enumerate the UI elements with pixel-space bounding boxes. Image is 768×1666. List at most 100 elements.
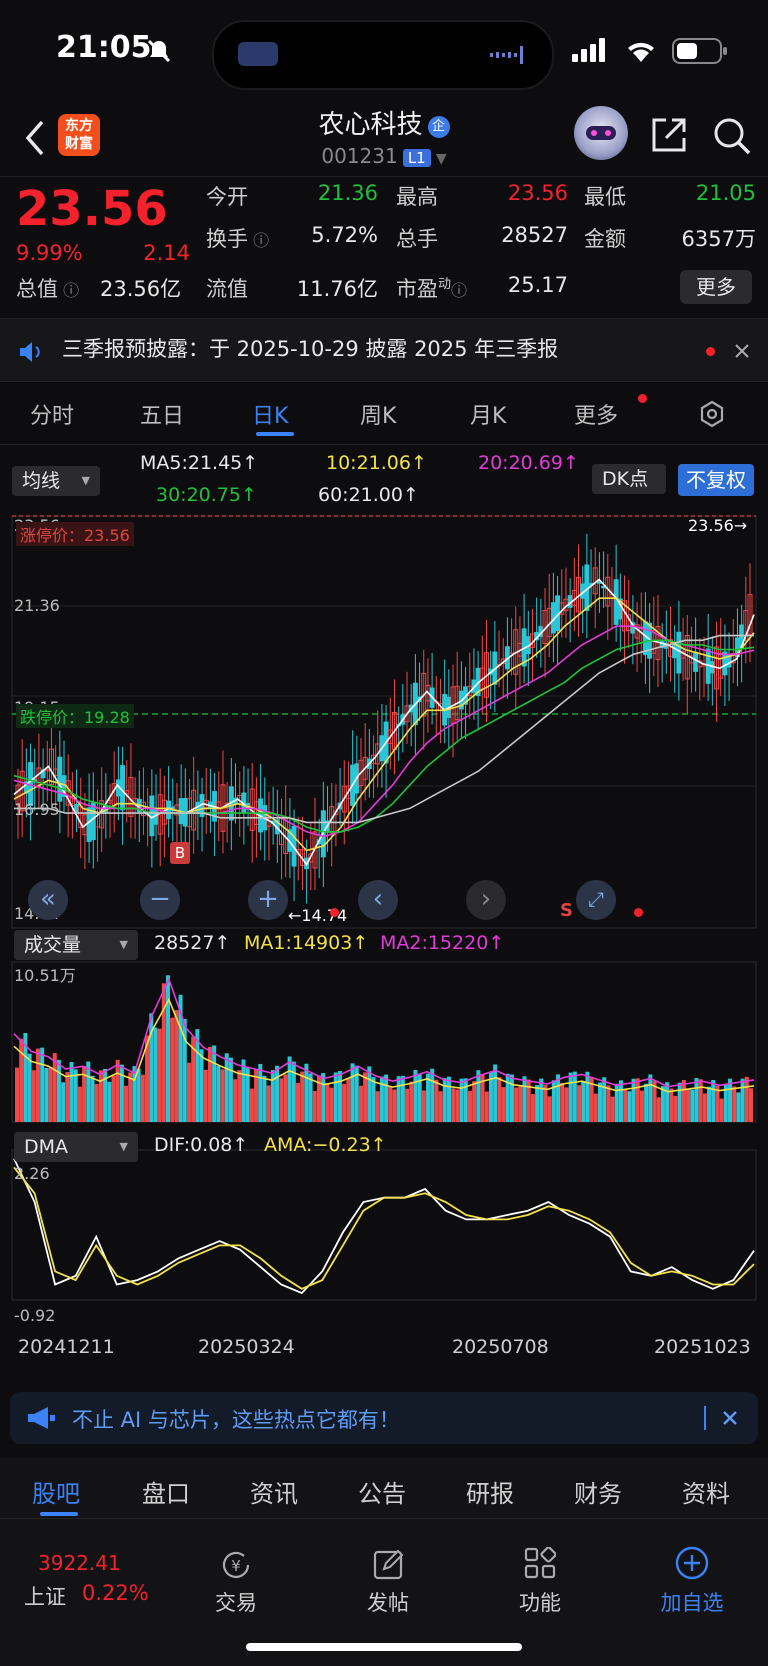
edit-square-icon xyxy=(373,1549,404,1580)
volume-bar xyxy=(279,1078,284,1122)
search-icon[interactable] xyxy=(712,116,752,156)
volume-bar xyxy=(430,1068,435,1122)
adjust-button[interactable]: 不复权 xyxy=(678,464,754,496)
scroll-left-button[interactable]: ‹ xyxy=(358,880,398,920)
volume-bar xyxy=(367,1066,372,1122)
volume-bar xyxy=(35,1048,40,1122)
subtab-finance[interactable]: 财务 xyxy=(574,1474,622,1509)
volume-bar xyxy=(501,1087,506,1122)
tab-add-watchlist[interactable]: 加自选 xyxy=(632,1531,752,1631)
scroll-right-button[interactable]: › xyxy=(466,880,506,920)
zoom-in-button[interactable]: + xyxy=(248,880,288,920)
subtab-news[interactable]: 资讯 xyxy=(250,1474,298,1509)
close-icon[interactable] xyxy=(722,1410,738,1426)
gear-icon[interactable] xyxy=(698,400,726,428)
volume-bar xyxy=(463,1078,468,1122)
volume-bar xyxy=(287,1056,292,1122)
tab-trade[interactable]: ¥ 交易 xyxy=(176,1531,296,1631)
grid-apps-icon xyxy=(524,1547,556,1579)
ma10-value: 10:21.06↑ xyxy=(326,452,427,474)
volume-bar xyxy=(98,1070,103,1122)
index-value: 3922.41 xyxy=(38,1551,121,1575)
notice-bar[interactable]: 三季报预披露：于 2025-10-29 披露 2025 年三季报 xyxy=(0,318,768,382)
volume-bar xyxy=(543,1085,548,1122)
volume-bar xyxy=(233,1079,238,1122)
add-circle-icon xyxy=(675,1546,709,1580)
code-dropdown-icon: ▼ xyxy=(435,151,447,167)
hot-topic-banner[interactable]: 不止 AI 与芯片，这些热点它都有！ xyxy=(10,1392,758,1444)
tab-more[interactable]: 更多 xyxy=(574,398,618,430)
index-widget[interactable]: 3922.41 上证 0.22% xyxy=(20,1529,160,1619)
volume-bar xyxy=(375,1091,380,1122)
subtab-profile[interactable]: 资料 xyxy=(682,1474,730,1509)
indicator-selector-dma[interactable]: DMA ▼ xyxy=(14,1132,138,1162)
zoom-out-button[interactable]: − xyxy=(140,880,180,920)
volume-bar xyxy=(212,1045,217,1122)
tab-post[interactable]: 发帖 xyxy=(328,1531,448,1631)
volume-bar xyxy=(711,1080,716,1122)
volume-bar xyxy=(52,1053,57,1122)
volume-bar xyxy=(749,1088,753,1122)
dma-line-ama xyxy=(13,1166,755,1290)
stock-code: 001231 xyxy=(321,144,398,168)
volume-bar xyxy=(56,1059,61,1122)
subtab-guba[interactable]: 股吧 xyxy=(32,1474,80,1509)
mute-bell-icon xyxy=(147,39,171,63)
dk-point-button[interactable]: DK点 xyxy=(592,464,666,494)
megaphone-icon xyxy=(28,1407,55,1429)
volume-bar xyxy=(581,1081,586,1122)
date-label-3: 20250708 xyxy=(452,1336,549,1358)
volume-bar xyxy=(618,1080,623,1122)
subtab-announcements[interactable]: 公告 xyxy=(358,1474,406,1509)
dma-line-dif xyxy=(13,1158,755,1295)
robot-avatar-icon[interactable] xyxy=(574,106,628,160)
volume-bar xyxy=(90,1075,95,1122)
subtab-research[interactable]: 研报 xyxy=(466,1474,514,1509)
close-icon[interactable] xyxy=(734,343,750,359)
volume-bar xyxy=(312,1090,317,1122)
indicator-selector-ma[interactable]: 均线 ▼ xyxy=(12,466,100,496)
tab-five-day[interactable]: 五日 xyxy=(140,398,184,430)
volume-bar xyxy=(539,1078,544,1122)
tab-functions[interactable]: 功能 xyxy=(480,1531,600,1631)
scroll-left-fast-button[interactable]: « xyxy=(28,880,68,920)
sell-marker[interactable]: S xyxy=(560,900,573,921)
volume-bar xyxy=(505,1073,510,1122)
amount-label: 金额 xyxy=(584,227,626,251)
volume-bar xyxy=(606,1085,611,1122)
volume-bar xyxy=(426,1073,431,1122)
volume-bar xyxy=(467,1090,472,1122)
volume-bar xyxy=(421,1090,426,1122)
volume-bar xyxy=(686,1089,691,1122)
buy-marker[interactable]: B xyxy=(170,842,190,864)
tab-monthly-k[interactable]: 月K xyxy=(470,398,506,430)
fullscreen-button[interactable]: ⤢ xyxy=(576,880,616,920)
tab-daily-k[interactable]: 日K xyxy=(252,398,288,430)
volume-bar xyxy=(736,1092,741,1122)
volume-bar xyxy=(400,1075,405,1122)
volume-bar xyxy=(140,1074,145,1122)
tab-trade-label: 交易 xyxy=(215,1591,257,1615)
tab-intraday[interactable]: 分时 xyxy=(30,398,74,430)
yuan-coin-icon: ¥ xyxy=(222,1551,250,1578)
volume-bar xyxy=(442,1078,447,1122)
volume-bar xyxy=(321,1073,326,1122)
mktcap-label: 总值 ⓘ xyxy=(16,277,80,301)
volume-bar xyxy=(249,1088,254,1122)
volume-bar xyxy=(518,1086,523,1122)
share-icon[interactable] xyxy=(650,116,688,154)
dma-min-label: -0.92 xyxy=(14,1306,56,1325)
volume-bar xyxy=(535,1085,540,1122)
volume-bar xyxy=(744,1076,749,1122)
subtab-pankou[interactable]: 盘口 xyxy=(142,1474,190,1509)
banner-divider xyxy=(704,1406,706,1430)
volume-bar xyxy=(124,1085,129,1122)
volume-bar xyxy=(40,1047,45,1122)
volume-bar xyxy=(291,1061,296,1122)
volume-bar xyxy=(136,1068,141,1122)
more-quote-button[interactable]: 更多 xyxy=(680,270,752,304)
indicator-selector-volume[interactable]: 成交量 ▼ xyxy=(14,930,138,960)
wifi-icon xyxy=(628,42,654,62)
limit-up-label: 涨停价：23.56 xyxy=(16,522,134,546)
tab-weekly-k[interactable]: 周K xyxy=(360,398,396,430)
